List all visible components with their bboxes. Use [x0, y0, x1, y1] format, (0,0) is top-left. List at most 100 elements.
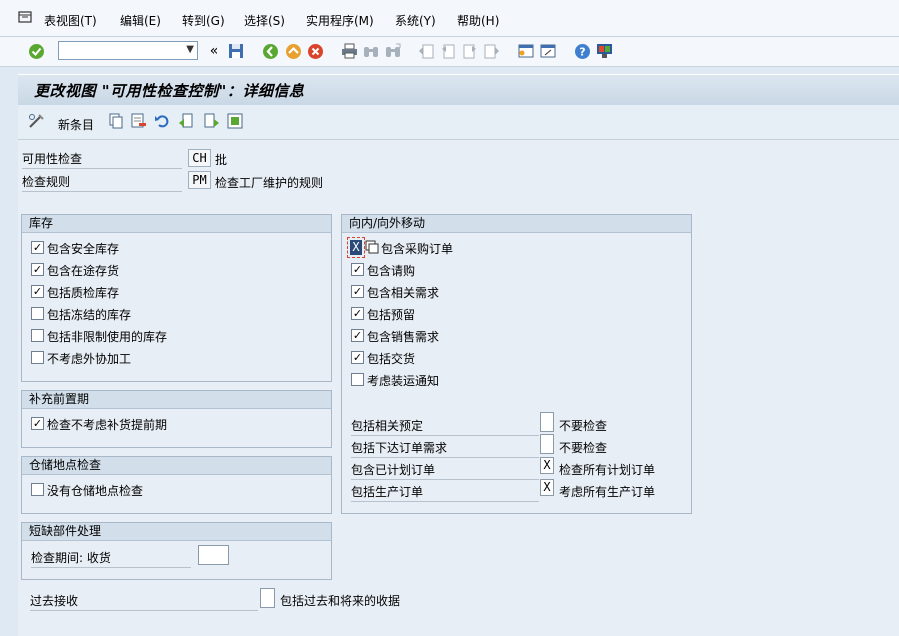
chevron-down-icon[interactable]: ▼ — [186, 44, 194, 55]
enter-check-icon[interactable] — [27, 42, 45, 60]
menu-table-view[interactable]: 表视图(T) — [44, 12, 97, 29]
include-purchase-orders-label: 包含采购订单 — [381, 242, 454, 256]
check-period-gr-field[interactable] — [198, 545, 229, 565]
no-storage-location-check-label: 没有仓储地点检查 — [47, 484, 144, 498]
storage-location-group: 仓储地点检查 没有仓储地点检查 — [21, 456, 332, 514]
include-transit-stock-checkbox[interactable]: ✓ — [31, 263, 44, 276]
exit-icon[interactable] — [284, 42, 302, 60]
include-dependent-reservations-label: 包括相关预定 — [351, 417, 539, 436]
past-receipts-label: 过去接收 — [30, 592, 258, 611]
include-release-order-reqs-label: 包括下达订单需求 — [351, 439, 539, 458]
availability-check-label: 可用性检查 — [22, 150, 182, 169]
menu-goto[interactable]: 转到(G) — [182, 12, 225, 29]
customize-layout-icon[interactable] — [595, 42, 613, 60]
previous-entry-icon[interactable] — [178, 113, 194, 132]
include-planned-orders-label: 包含已计划订单 — [351, 461, 539, 480]
availability-check-field[interactable]: CH — [188, 149, 211, 167]
include-dependent-requirements-label: 包含相关需求 — [367, 286, 440, 300]
next-page-icon[interactable] — [461, 42, 479, 60]
include-purchase-orders-field[interactable]: X — [350, 240, 362, 255]
missing-parts-group-title: 短缺部件处理 — [22, 523, 331, 541]
include-safety-stock-label: 包含安全库存 — [47, 242, 120, 256]
standard-toolbar: ▼ « ? — [0, 37, 899, 67]
undo-icon[interactable] — [154, 113, 170, 132]
save-icon[interactable] — [227, 42, 245, 60]
last-page-icon[interactable] — [483, 42, 501, 60]
ignore-replenishment-lead-time-label: 检查不考虑补货提前期 — [47, 418, 168, 432]
ignore-subcontracting-label: 不考虑外协加工 — [47, 352, 132, 366]
menu-utilities[interactable]: 实用程序(M) — [306, 12, 374, 29]
include-purchase-requisitions-checkbox[interactable]: ✓ — [351, 263, 364, 276]
include-deliveries-checkbox[interactable]: ✓ — [351, 351, 364, 364]
include-deliveries-label: 包括交货 — [367, 352, 416, 366]
missing-parts-group: 短缺部件处理 检查期间: 收货 — [21, 522, 332, 580]
checking-rule-label: 检查规则 — [22, 173, 182, 192]
include-qi-stock-checkbox[interactable]: ✓ — [31, 285, 44, 298]
replenishment-group-title: 补充前置期 — [22, 391, 331, 409]
stock-group: 库存 ✓ 包含安全库存 ✓ 包含在途存货 ✓ 包括质检库存 包括冻结的库存 包括… — [21, 214, 332, 382]
include-planned-orders-field[interactable]: X — [540, 457, 554, 474]
menu-selection[interactable]: 选择(S) — [244, 12, 285, 29]
movements-group-title: 向内/向外移动 — [342, 215, 691, 233]
include-production-orders-text: 考虑所有生产订单 — [559, 485, 656, 499]
include-blocked-stock-checkbox[interactable] — [31, 307, 44, 320]
ignore-replenishment-lead-time-checkbox[interactable]: ✓ — [31, 417, 44, 430]
include-blocked-stock-label: 包括冻结的库存 — [47, 308, 132, 322]
replenishment-group: 补充前置期 ✓ 检查不考虑补货提前期 — [21, 390, 332, 448]
include-transit-stock-label: 包含在途存货 — [47, 264, 120, 278]
help-icon[interactable]: ? — [573, 42, 591, 60]
possible-values-icon[interactable] — [365, 240, 379, 257]
include-safety-stock-checkbox[interactable]: ✓ — [31, 241, 44, 254]
menu-system[interactable]: 系统(Y) — [395, 12, 436, 29]
cancel-icon[interactable] — [306, 42, 324, 60]
consider-shipping-notifications-label: 考虑装运通知 — [367, 374, 440, 388]
include-reservations-label: 包括预留 — [367, 308, 416, 322]
movements-group: 向内/向外移动 X 包含采购订单 ✓ 包含请购 ✓ 包含相关需求 ✓ 包括预留 … — [341, 214, 692, 514]
checking-rule-text: 检查工厂维护的规则 — [215, 176, 324, 190]
page-title: 更改视图 "可用性检查控制"：详细信息 — [34, 82, 305, 100]
include-release-order-reqs-text: 不要检查 — [559, 441, 608, 455]
include-purchase-requisitions-label: 包含请购 — [367, 264, 416, 278]
select-all-icon[interactable] — [227, 113, 243, 132]
consider-shipping-notifications-checkbox[interactable] — [351, 373, 364, 386]
include-production-orders-label: 包括生产订单 — [351, 483, 539, 502]
availability-check-text: 批 — [215, 153, 228, 167]
include-release-order-reqs-field[interactable] — [540, 434, 554, 454]
menu-help[interactable]: 帮助(H) — [457, 12, 499, 29]
include-dependent-requirements-checkbox[interactable]: ✓ — [351, 285, 364, 298]
storage-location-group-title: 仓储地点检查 — [22, 457, 331, 475]
new-session-icon[interactable] — [517, 42, 535, 60]
next-entry-icon[interactable] — [204, 113, 220, 132]
past-receipts-field[interactable] — [260, 588, 275, 608]
check-period-gr-label: 检查期间: 收货 — [31, 549, 191, 568]
menu-edit[interactable]: 编辑(E) — [120, 12, 161, 29]
print-icon[interactable] — [340, 42, 358, 60]
menu-window-icon[interactable] — [18, 11, 32, 23]
title-bar: 更改视图 "可用性检查控制"：详细信息 — [18, 74, 899, 106]
display-change-icon[interactable] — [28, 113, 45, 132]
find-icon[interactable] — [362, 42, 380, 60]
copy-as-icon[interactable] — [108, 113, 124, 132]
back-icon[interactable] — [261, 42, 279, 60]
include-restricted-stock-checkbox[interactable] — [31, 329, 44, 342]
menu-bar: 表视图(T) 编辑(E) 转到(G) 选择(S) 实用程序(M) 系统(Y) 帮… — [0, 0, 899, 37]
include-dependent-reservations-field[interactable] — [540, 412, 554, 432]
include-reservations-checkbox[interactable]: ✓ — [351, 307, 364, 320]
include-sales-requirements-checkbox[interactable]: ✓ — [351, 329, 364, 342]
ignore-subcontracting-checkbox[interactable] — [31, 351, 44, 364]
command-field[interactable]: ▼ — [58, 41, 198, 60]
find-next-icon[interactable] — [384, 42, 402, 60]
no-storage-location-check-checkbox[interactable] — [31, 483, 44, 496]
include-qi-stock-label: 包括质检库存 — [47, 286, 120, 300]
delete-icon[interactable] — [131, 113, 147, 132]
include-planned-orders-text: 检查所有计划订单 — [559, 463, 656, 477]
checking-rule-field[interactable]: PM — [188, 171, 211, 189]
first-page-icon[interactable] — [417, 42, 435, 60]
detail-content: 可用性检查 CH 批 检查规则 PM 检查工厂维护的规则 库存 ✓ 包含安全库存… — [18, 140, 899, 636]
include-sales-requirements-label: 包含销售需求 — [367, 330, 440, 344]
previous-page-icon[interactable] — [439, 42, 457, 60]
double-left-arrow-icon[interactable]: « — [205, 42, 223, 60]
include-production-orders-field[interactable]: X — [540, 479, 554, 496]
generate-shortcut-icon[interactable] — [539, 42, 557, 60]
new-entries-button[interactable]: 新条目 — [58, 116, 94, 133]
